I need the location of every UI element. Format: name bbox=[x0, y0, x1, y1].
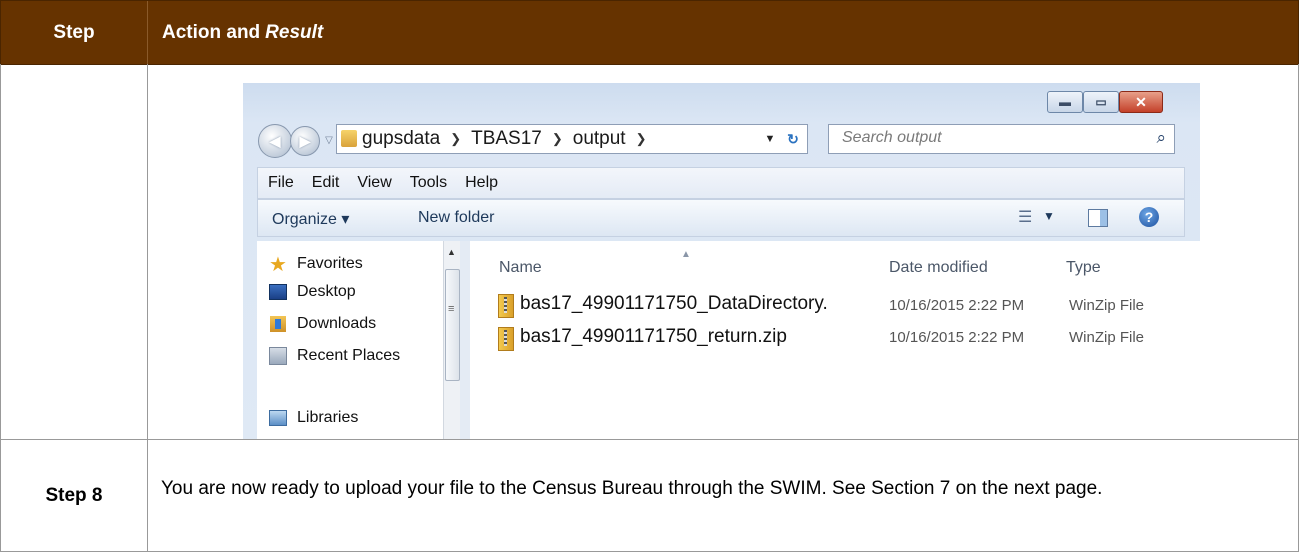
file-date: 10/16/2015 2:22 PM bbox=[889, 297, 1025, 314]
header-result-label: Result bbox=[265, 21, 324, 43]
file-type: WinZip File bbox=[1069, 329, 1145, 346]
address-dropdown-icon[interactable]: ▼ bbox=[762, 129, 778, 149]
file-date: 10/16/2015 2:22 PM bbox=[889, 329, 1025, 346]
forward-arrow-icon: ▶ bbox=[299, 132, 311, 149]
recent-places-icon bbox=[269, 347, 287, 365]
nav-item-libraries[interactable]: Libraries bbox=[269, 407, 358, 429]
address-bar[interactable]: gupsdata ❯ TBAS17 ❯ output ❯ ▼ ↻ bbox=[336, 124, 808, 154]
help-icon[interactable]: ? bbox=[1139, 207, 1159, 227]
desktop-icon bbox=[269, 284, 287, 300]
menu-bar: File Edit View Tools Help bbox=[257, 167, 1185, 199]
breadcrumb-separator-icon[interactable]: ❯ bbox=[450, 131, 461, 147]
menu-edit[interactable]: Edit bbox=[312, 174, 340, 192]
header-action: Action and Result bbox=[162, 1, 323, 64]
back-arrow-icon: ◀ bbox=[269, 132, 281, 149]
close-button[interactable]: ✕ bbox=[1119, 91, 1163, 113]
back-button[interactable]: ◀ bbox=[258, 124, 292, 158]
downloads-folder-icon bbox=[270, 316, 286, 332]
scroll-up-icon[interactable]: ▲ bbox=[447, 247, 456, 257]
minimize-icon: ▬ bbox=[1059, 95, 1071, 109]
nav-item-favorites[interactable]: ★ Favorites bbox=[269, 253, 363, 276]
close-icon: ✕ bbox=[1135, 93, 1147, 110]
step-instruction: You are now ready to upload your file to… bbox=[161, 478, 1103, 499]
menu-help[interactable]: Help bbox=[465, 174, 498, 192]
table-row-step-8: Step 8 You are now ready to upload your … bbox=[0, 440, 1299, 552]
zip-file-icon bbox=[498, 294, 514, 318]
menu-file[interactable]: File bbox=[268, 174, 294, 192]
minimize-button[interactable]: ▬ bbox=[1047, 91, 1083, 113]
nav-item-recent-places[interactable]: Recent Places bbox=[269, 345, 400, 367]
maximize-button[interactable]: ▭ bbox=[1083, 91, 1119, 113]
scrollbar-grip-icon: ≡ bbox=[448, 303, 455, 315]
refresh-icon[interactable]: ↻ bbox=[783, 129, 803, 149]
menu-tools[interactable]: Tools bbox=[410, 174, 447, 192]
libraries-icon bbox=[269, 410, 287, 426]
breadcrumb-item[interactable]: TBAS17 bbox=[471, 128, 542, 150]
search-input[interactable]: Search output ⌕ bbox=[828, 124, 1175, 154]
column-header-type[interactable]: Type bbox=[1066, 259, 1101, 277]
file-name: bas17_49901171750_return.zip bbox=[520, 326, 787, 347]
maximize-icon: ▭ bbox=[1095, 95, 1107, 109]
nav-item-label: Desktop bbox=[297, 283, 356, 300]
column-divider bbox=[147, 440, 148, 551]
nav-item-label: Libraries bbox=[297, 409, 359, 426]
column-divider bbox=[147, 64, 148, 439]
navigation-scrollbar[interactable]: ▲ ≡ bbox=[443, 241, 460, 439]
file-list-pane: ▲ Name Date modified Type bas17_49901171… bbox=[470, 241, 1200, 439]
nav-item-label: Favorites bbox=[297, 255, 363, 272]
explorer-window: ▬ ▭ ✕ ◀ ▶ ▽ gupsdata ❯ TBAS17 ❯ output ❯… bbox=[243, 83, 1200, 439]
views-icon[interactable]: ☰ bbox=[1018, 207, 1032, 227]
nav-item-label: Downloads bbox=[297, 315, 377, 332]
breadcrumb-item[interactable]: gupsdata bbox=[362, 128, 440, 150]
file-name: bas17_49901171750_DataDirectory. bbox=[520, 293, 828, 314]
zip-file-icon bbox=[498, 327, 514, 351]
search-placeholder: Search output bbox=[842, 129, 942, 146]
nav-item-label: Recent Places bbox=[297, 347, 401, 364]
command-bar: Organize ▾ New folder ☰ ▼ ? bbox=[257, 199, 1185, 237]
column-header-name[interactable]: Name bbox=[499, 259, 542, 277]
star-icon: ★ bbox=[269, 253, 287, 276]
breadcrumb-separator-icon[interactable]: ❯ bbox=[636, 131, 647, 147]
new-folder-button[interactable]: New folder bbox=[418, 209, 494, 227]
menu-view[interactable]: View bbox=[357, 174, 391, 192]
scrollbar-thumb[interactable] bbox=[445, 269, 460, 381]
navigation-pane: ★ Favorites Desktop Downloads Recent Pla… bbox=[257, 241, 443, 439]
search-icon[interactable]: ⌕ bbox=[1156, 128, 1166, 148]
table-header-row: Step Action and Result bbox=[0, 0, 1299, 65]
header-step: Step bbox=[1, 1, 148, 64]
file-type: WinZip File bbox=[1069, 297, 1145, 314]
sort-ascending-icon: ▲ bbox=[681, 249, 691, 260]
nav-item-desktop[interactable]: Desktop bbox=[269, 281, 356, 303]
breadcrumb: gupsdata ❯ TBAS17 ❯ output ❯ bbox=[362, 127, 657, 151]
breadcrumb-separator-icon[interactable]: ❯ bbox=[552, 131, 563, 147]
preview-pane-icon[interactable] bbox=[1088, 209, 1108, 227]
folder-icon bbox=[341, 130, 357, 147]
header-action-label: Action and bbox=[162, 21, 261, 43]
forward-button[interactable]: ▶ bbox=[290, 126, 320, 156]
organize-button[interactable]: Organize ▾ bbox=[272, 209, 349, 229]
column-header-date-modified[interactable]: Date modified bbox=[889, 259, 988, 277]
nav-item-downloads[interactable]: Downloads bbox=[269, 313, 376, 335]
views-dropdown-icon[interactable]: ▼ bbox=[1043, 209, 1055, 223]
recent-pages-dropdown[interactable]: ▽ bbox=[323, 131, 335, 149]
step-label: Step 8 bbox=[45, 484, 103, 506]
breadcrumb-item[interactable]: output bbox=[573, 128, 626, 150]
